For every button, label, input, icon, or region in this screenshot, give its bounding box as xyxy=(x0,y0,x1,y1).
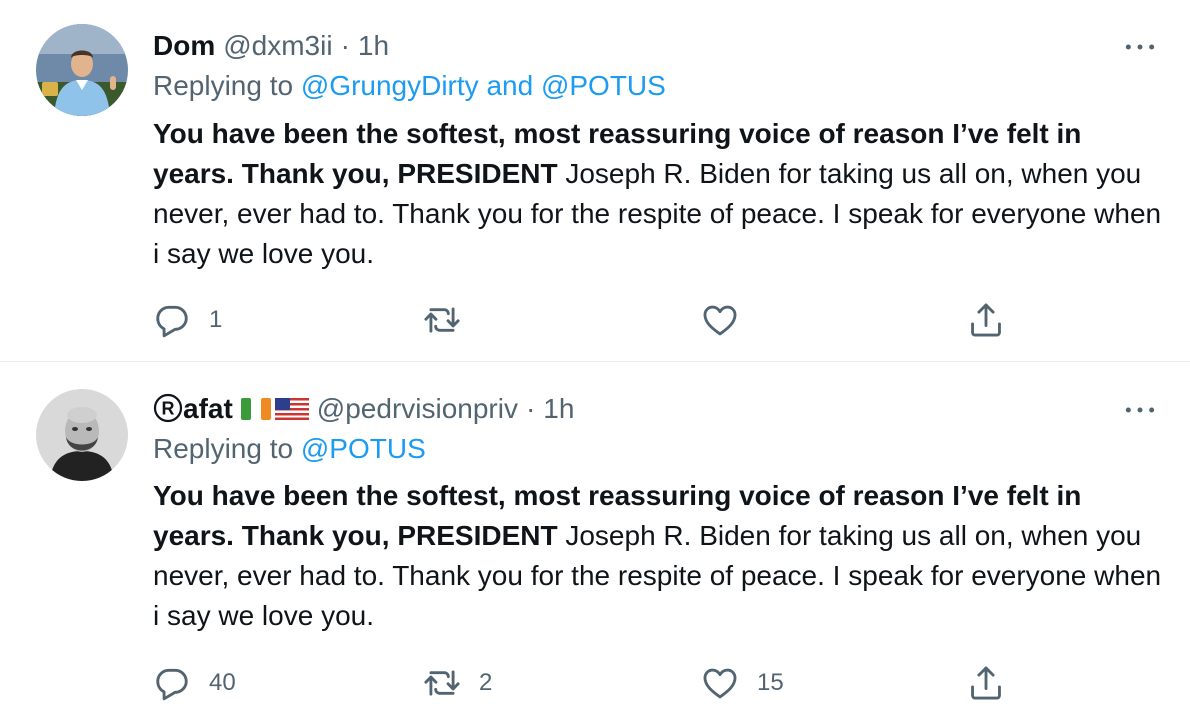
tweet-header: Dom @dxm3ii · 1h xyxy=(153,26,389,66)
replying-to-mentions[interactable]: @GrungyDirty and @POTUS xyxy=(301,70,666,101)
user-handle[interactable]: @pedrvisionpriv xyxy=(317,393,518,425)
tweet-feed: Dom @dxm3ii · 1h Replying to @GrungyDirt… xyxy=(0,0,1190,724)
more-options-button[interactable] xyxy=(1120,395,1160,425)
avatar-photo xyxy=(36,389,128,481)
replying-to: Replying to @GrungyDirty and @POTUS xyxy=(153,70,666,102)
tweet[interactable]: Dom @dxm3ii · 1h Replying to @GrungyDirt… xyxy=(0,0,1190,362)
share-button[interactable] xyxy=(967,300,1005,340)
replying-to-mentions[interactable]: @POTUS xyxy=(301,433,426,464)
tweet-actions: 1 xyxy=(153,300,1033,340)
retweet-button[interactable]: 2 xyxy=(423,663,492,703)
reply-button[interactable]: 40 xyxy=(153,663,236,703)
reply-count: 40 xyxy=(209,669,236,696)
share-icon xyxy=(967,664,1005,702)
separator-dot: · xyxy=(525,393,536,424)
like-icon xyxy=(701,301,739,339)
display-name-text: afat xyxy=(183,393,233,424)
like-icon xyxy=(701,664,739,702)
tweet-text: You have been the softest, most reassuri… xyxy=(153,476,1163,636)
reply-icon xyxy=(153,664,191,702)
more-icon xyxy=(1123,405,1157,415)
retweet-button[interactable] xyxy=(423,300,479,340)
svg-text:R: R xyxy=(162,399,175,419)
reply-button[interactable]: 1 xyxy=(153,300,222,340)
separator-dot: · xyxy=(340,30,350,61)
retweet-count: 2 xyxy=(479,669,493,696)
display-name[interactable]: Dom xyxy=(153,30,215,62)
like-count: 15 xyxy=(757,669,784,696)
reply-count: 1 xyxy=(209,306,223,333)
registered-mark-icon: R xyxy=(153,393,183,425)
avatar[interactable] xyxy=(36,24,128,116)
retweet-icon xyxy=(423,664,461,702)
tweet-actions: 40 2 15 xyxy=(153,663,1033,703)
more-options-button[interactable] xyxy=(1120,32,1160,62)
tweet-header: R afat @pedrvisionpriv · 1h xyxy=(153,389,574,429)
tweet[interactable]: R afat @pedrvisionpriv · 1h Replying to … xyxy=(0,363,1190,724)
replying-to-label: Replying to xyxy=(153,70,294,101)
tweet-text: You have been the softest, most reassuri… xyxy=(153,114,1163,274)
ireland-flag-icon xyxy=(240,398,271,420)
retweet-icon xyxy=(423,301,461,339)
replying-to-label: Replying to xyxy=(153,433,294,464)
display-name[interactable]: R afat xyxy=(153,393,233,425)
more-icon xyxy=(1123,42,1157,52)
timestamp[interactable]: 1h xyxy=(543,393,574,425)
usa-flag-icon xyxy=(274,398,309,420)
like-button[interactable]: 15 xyxy=(701,663,784,703)
like-button[interactable] xyxy=(701,300,757,340)
share-icon xyxy=(967,301,1005,339)
user-handle[interactable]: @dxm3ii xyxy=(223,30,332,62)
timestamp[interactable]: 1h xyxy=(358,30,389,62)
avatar-photo xyxy=(36,24,128,116)
reply-icon xyxy=(153,301,191,339)
share-button[interactable] xyxy=(967,663,1005,703)
avatar[interactable] xyxy=(36,389,128,481)
replying-to: Replying to @POTUS xyxy=(153,433,426,465)
